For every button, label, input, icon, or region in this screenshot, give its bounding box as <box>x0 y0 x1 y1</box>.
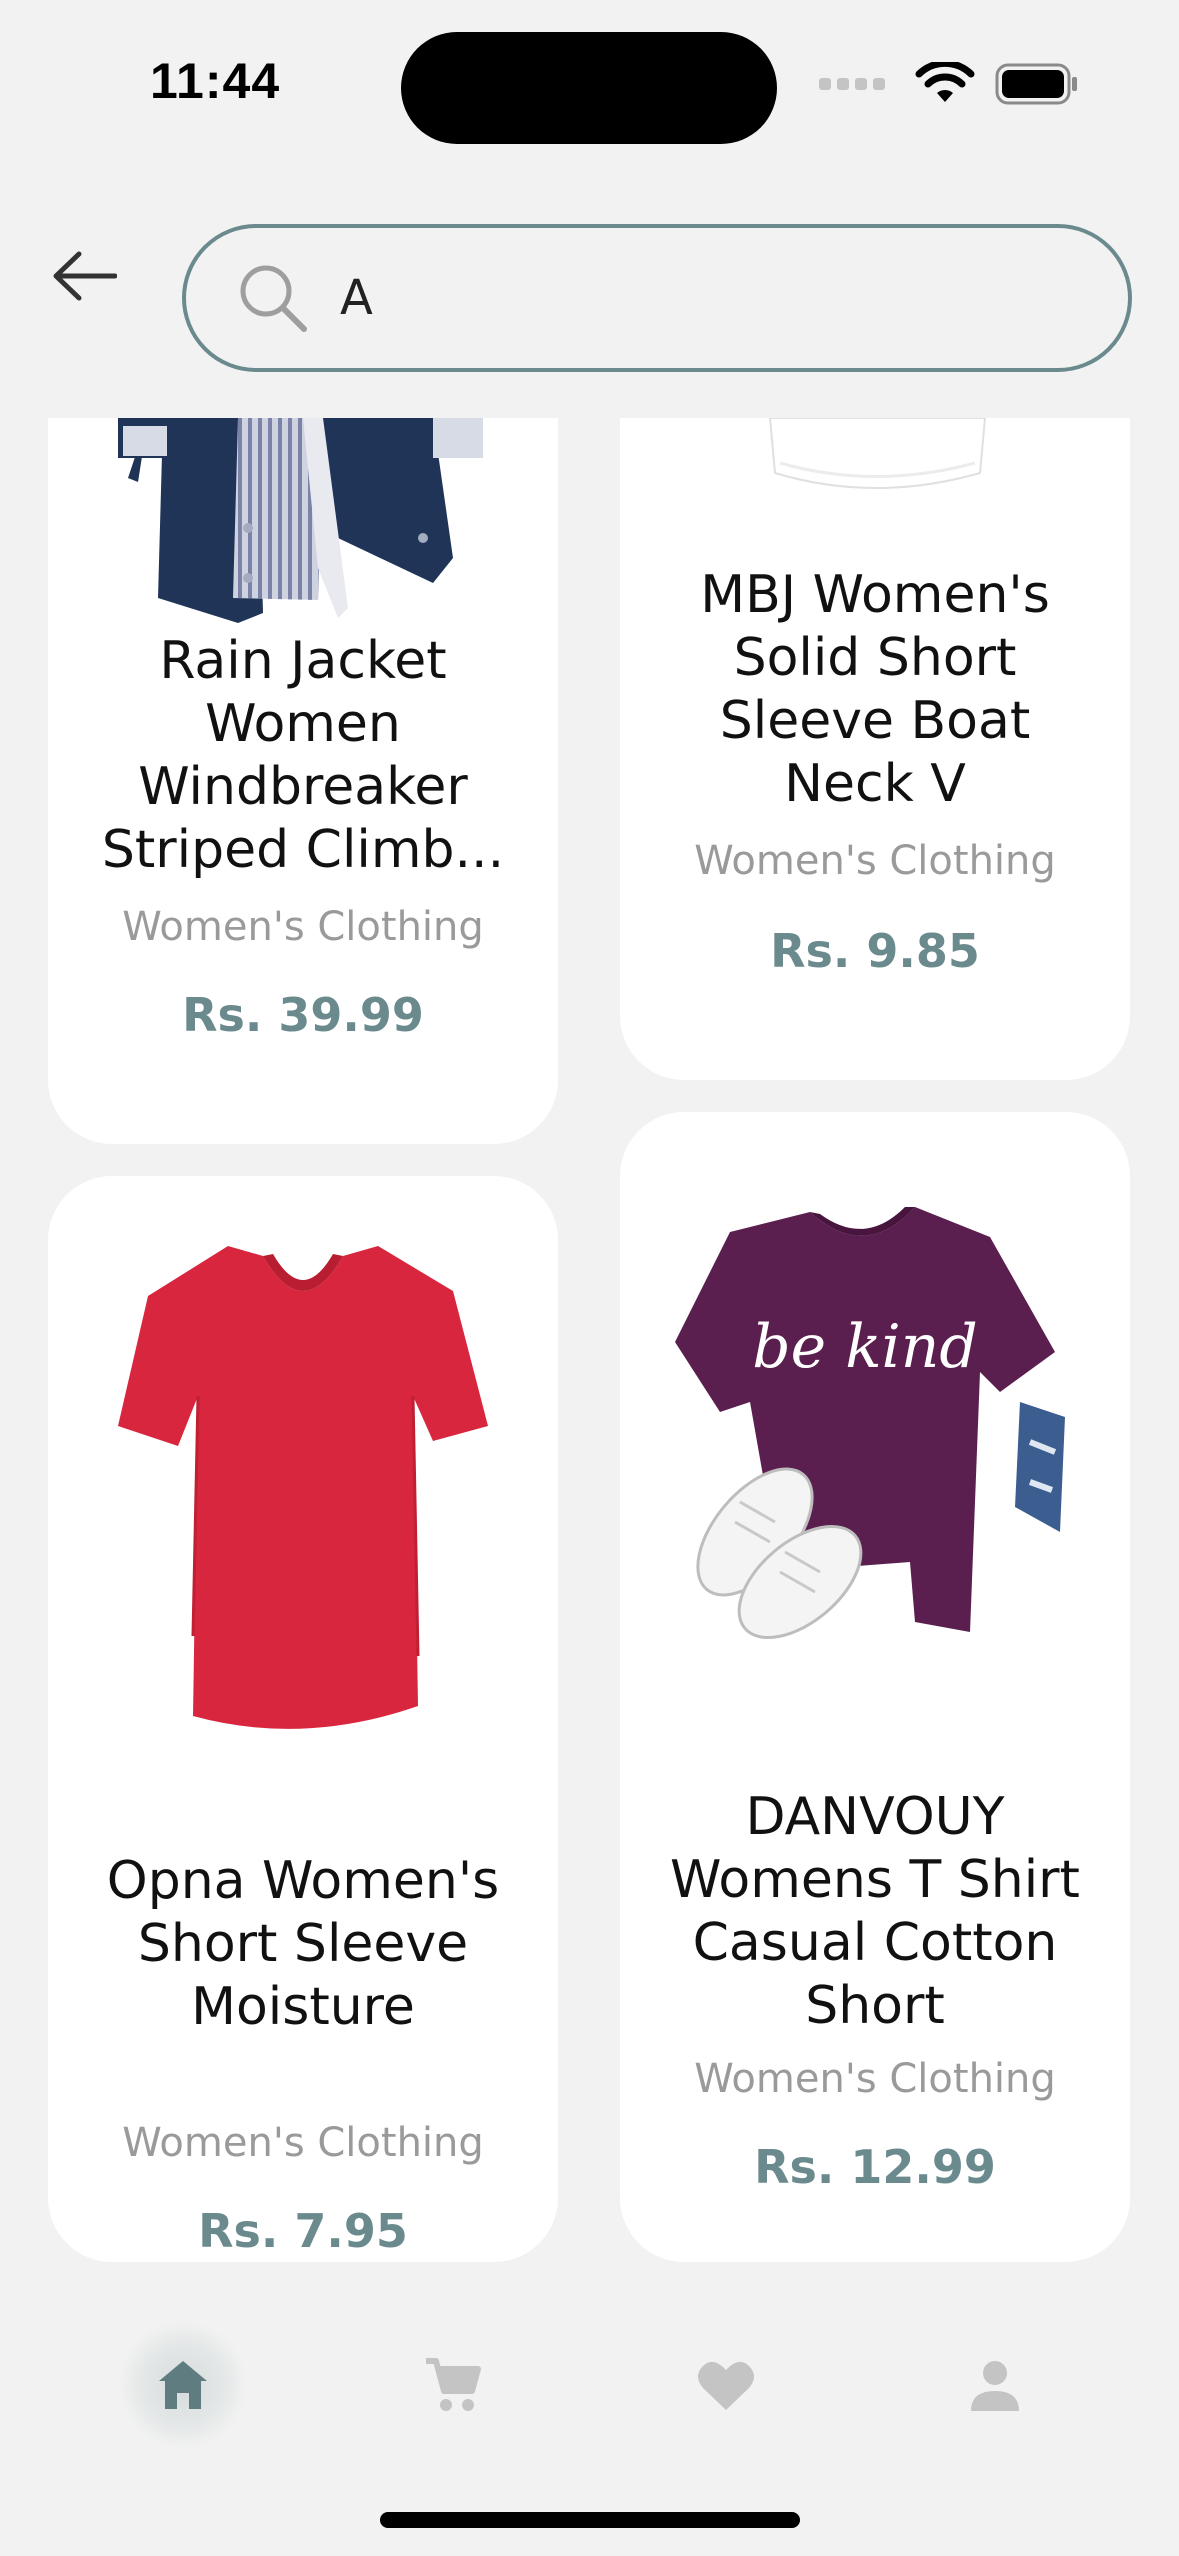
product-category: Women's Clothing <box>122 904 484 950</box>
product-card[interactable]: Rain Jacket Women Windbreaker Striped Cl… <box>48 418 558 1144</box>
product-price: Rs. 12.99 <box>754 2140 996 2194</box>
search-icon <box>240 265 307 332</box>
rain-jacket-image <box>118 418 483 623</box>
nav-profile[interactable] <box>930 2320 1060 2450</box>
white-tshirt-image <box>768 418 987 489</box>
product-category: Women's Clothing <box>694 838 1056 884</box>
product-grid: Rain Jacket Women Windbreaker Striped Cl… <box>0 418 1179 2280</box>
status-icons <box>819 62 1079 106</box>
app-screen: 11:44 A Rain Jacket Women Windbreaker St… <box>0 0 1179 2556</box>
status-time: 11:44 <box>150 53 281 109</box>
wifi-icon <box>915 62 975 102</box>
back-button[interactable] <box>44 236 124 316</box>
product-name: Rain Jacket Women Windbreaker Striped Cl… <box>101 631 505 880</box>
product-price: Rs. 9.85 <box>770 924 980 978</box>
red-tshirt-image <box>118 1246 488 1729</box>
product-price: Rs. 7.95 <box>198 2204 408 2258</box>
dynamic-island <box>401 32 777 144</box>
product-name: MBJ Women's Solid Short Sleeve Boat Neck… <box>700 565 1050 814</box>
battery-icon <box>995 63 1077 105</box>
home-icon <box>159 2361 207 2409</box>
product-name: Opna Women's Short Sleeve Moisture <box>106 1851 500 2037</box>
nav-favorites[interactable] <box>661 2320 791 2450</box>
heart-icon <box>698 2361 754 2410</box>
product-card[interactable]: be kind DANVOUY Womens T Shirt Casual Co… <box>620 1112 1130 2262</box>
product-category: Women's Clothing <box>694 2056 1056 2102</box>
nav-home[interactable] <box>118 2320 248 2450</box>
product-category: Women's Clothing <box>122 2120 484 2166</box>
profile-icon <box>971 2361 1019 2411</box>
product-card[interactable]: MBJ Women's Solid Short Sleeve Boat Neck… <box>620 418 1130 1080</box>
product-name: DANVOUY Womens T Shirt Casual Cotton Sho… <box>670 1787 1080 2036</box>
shirt-print-text: be kind <box>752 1312 978 1382</box>
nav-cart[interactable] <box>387 2320 517 2450</box>
product-price: Rs. 39.99 <box>182 988 424 1042</box>
purple-tshirt-image: be kind <box>675 1207 1065 1640</box>
home-indicator <box>380 2512 800 2528</box>
product-card[interactable]: Opna Women's Short Sleeve Moisture Women… <box>48 1176 558 2262</box>
search-bar[interactable] <box>182 224 1132 372</box>
bottom-nav <box>0 2280 1179 2480</box>
arrow-left-icon <box>53 251 117 301</box>
search-input[interactable] <box>340 270 1100 326</box>
cellular-signal-icon <box>819 78 885 90</box>
cart-icon <box>426 2358 481 2411</box>
